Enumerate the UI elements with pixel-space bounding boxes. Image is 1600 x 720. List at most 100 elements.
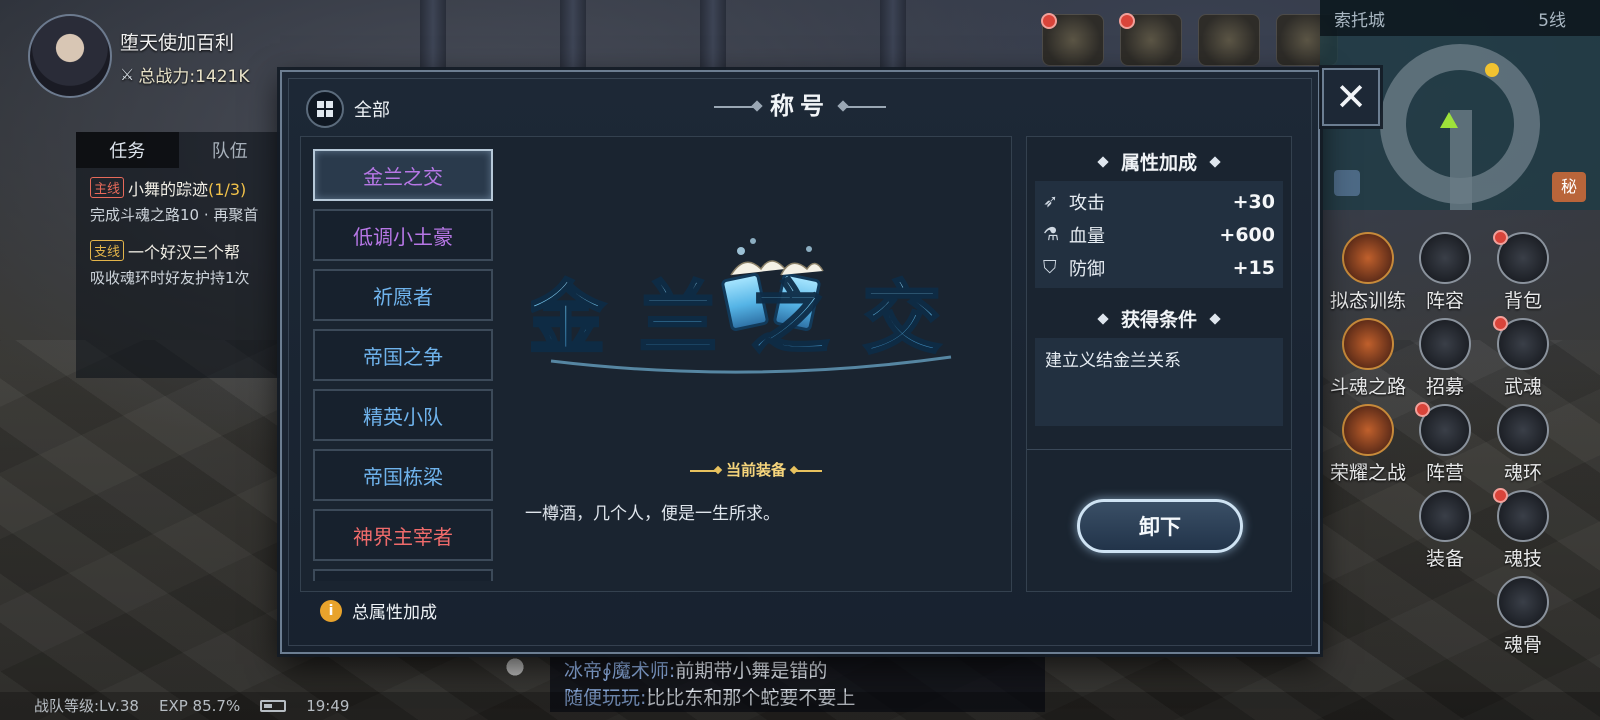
title-dialog: 全部 称号 金兰之交 低调小土豪 祈愿者 帝国之争 精英小队 帝国栋梁 神界主宰者	[280, 70, 1320, 654]
side-menu-button[interactable]: 魂骨	[1488, 576, 1558, 657]
current-equipped-label: 当前装备	[501, 459, 1011, 480]
soul-bone-icon	[1497, 576, 1549, 628]
map-marker-icon	[1485, 63, 1499, 77]
side-menu-button[interactable]: 背包	[1488, 230, 1558, 313]
title-list-item[interactable]	[313, 569, 493, 581]
attribute-value: +15	[1232, 256, 1275, 279]
martial-soul-icon	[1493, 316, 1549, 370]
training-icon	[1342, 232, 1394, 284]
equipment-icon	[1419, 490, 1471, 542]
side-menu-label: 荣耀之战	[1329, 462, 1406, 484]
notification-dot	[1493, 316, 1508, 331]
quest-tag-main: 主线	[90, 177, 125, 198]
total-attributes-link[interactable]: i 总属性加成	[320, 598, 437, 623]
divider	[1027, 449, 1291, 450]
title-ornament	[842, 106, 886, 108]
battery-icon	[260, 699, 287, 712]
title-preview: 金兰之交 当前装备 一樽酒，几个人，便是一生所求。	[501, 137, 1011, 593]
exp-percent: EXP 85.7%	[158, 696, 241, 715]
title-list-panel: 金兰之交低调小土豪祈愿者帝国之争精英小队帝国栋梁神界主宰者 金兰之交	[300, 136, 1012, 592]
notification-dot	[1041, 13, 1057, 29]
title-list-item[interactable]: 精英小队	[313, 389, 493, 441]
title-list-item[interactable]: 帝国之争	[313, 329, 493, 381]
quest-item[interactable]: 主线 小舞的踪迹(1/3) 完成斗魂之路10 · 再聚首	[76, 168, 281, 225]
title-list-item[interactable]: 祈愿者	[313, 269, 493, 321]
chat-avatar-icon[interactable]	[498, 650, 532, 684]
avatar[interactable]	[28, 14, 112, 98]
chat-message: 前期带小舞是错的	[675, 660, 828, 682]
castle-icon[interactable]	[1334, 170, 1360, 196]
secret-badge[interactable]: 秘	[1552, 172, 1586, 202]
title-emblem: 金兰之交	[531, 238, 971, 374]
total-attributes-label: 总属性加成	[352, 603, 437, 623]
attribute-row: ⚗ 血量 +600	[1043, 218, 1275, 251]
condition-section-title: 获得条件	[1027, 302, 1291, 338]
attribute-row: ➶ 攻击 +30	[1043, 185, 1275, 218]
player-info[interactable]: 堕天使加百利 ⚔ 总战力:1421K	[28, 14, 278, 98]
side-menu-button[interactable]: 魂环	[1488, 404, 1558, 485]
side-menu-label: 魂技	[1503, 548, 1542, 570]
location-name: 索托城	[1334, 10, 1385, 31]
dialog-title: 称号	[282, 86, 1318, 121]
condition-title-text: 获得条件	[1120, 309, 1197, 331]
player-name: 堕天使加百利	[120, 32, 235, 54]
dialog-title-text: 称号	[770, 92, 830, 120]
minimap-header: 索托城 5线	[1320, 0, 1600, 36]
notification-dot	[1493, 488, 1508, 503]
defense-icon: ⛉	[1043, 257, 1057, 278]
attribute-panel: 属性加成 ➶ 攻击 +30 ⚗ 血量 +600 ⛉ 防御 +15 获得条件 建立义结金兰关系 卸…	[1026, 136, 1292, 592]
title-list-item[interactable]: 低调小土豪	[313, 209, 493, 261]
attribute-name: 防御	[1069, 258, 1105, 280]
attribute-row: ⛉ 防御 +15	[1043, 251, 1275, 284]
side-menu-label: 拟态训练	[1329, 290, 1406, 312]
side-menu-label: 魂骨	[1503, 634, 1542, 656]
quest-tag-side: 支线	[90, 240, 125, 261]
team-level: 战队等级:Lv.38	[34, 697, 139, 715]
emblem-text: 金兰之交	[531, 273, 971, 364]
recruit-icon	[1419, 318, 1471, 370]
guide-icon[interactable]	[1198, 14, 1260, 66]
backpack-icon	[1493, 230, 1549, 284]
side-menu-button[interactable]: 武魂	[1488, 316, 1558, 399]
title-list-item[interactable]: 金兰之交	[313, 149, 493, 201]
side-menu-label: 阵营	[1425, 462, 1464, 484]
side-menu-button[interactable]: 拟态训练	[1326, 232, 1410, 313]
side-menu-label: 背包	[1503, 290, 1542, 312]
quest-tabs: 任务 队伍	[76, 132, 281, 168]
clock: 19:49	[306, 696, 350, 715]
quest-title: 小舞的踪迹	[128, 180, 209, 199]
side-menu-button[interactable]: 荣耀之战	[1326, 404, 1410, 485]
close-button[interactable]: ✕	[1322, 68, 1380, 126]
chat-sender: 冰帝∮魔术师:	[564, 660, 676, 682]
ranking-icon[interactable]	[1119, 13, 1182, 66]
close-icon: ✕	[1335, 75, 1367, 119]
title-list-item[interactable]: 帝国栋梁	[313, 449, 493, 501]
soul-road-icon	[1342, 318, 1394, 370]
event-icon[interactable]	[1041, 13, 1104, 66]
attribute-value: +30	[1232, 190, 1275, 213]
side-menu-button[interactable]: 招募	[1410, 318, 1480, 399]
side-menu-label: 装备	[1425, 548, 1464, 570]
lineup-icon	[1419, 232, 1471, 284]
camp-icon	[1415, 402, 1471, 456]
side-menu-button[interactable]: 魂技	[1488, 488, 1558, 571]
side-menu-button[interactable]: 斗魂之路	[1326, 318, 1410, 399]
server-line[interactable]: 5线	[1538, 6, 1566, 31]
glory-war-icon	[1342, 404, 1394, 456]
notification-dot	[1493, 230, 1508, 245]
quest-item[interactable]: 支线 一个好汉三个帮 吸收魂环时好友护持1次	[76, 225, 281, 288]
side-menu-label: 魂环	[1503, 462, 1542, 484]
tab-team[interactable]: 队伍	[179, 132, 282, 168]
combat-power: ⚔ 总战力:1421K	[120, 62, 249, 87]
title-list-item[interactable]: 神界主宰者	[313, 509, 493, 561]
side-menu-button[interactable]: 阵容	[1410, 232, 1480, 313]
tab-quest[interactable]: 任务	[76, 132, 179, 168]
equipped-text: 当前装备	[725, 461, 786, 479]
quest-panel: 任务 队伍 主线 小舞的踪迹(1/3) 完成斗魂之路10 · 再聚首 支线 一个好汉…	[76, 132, 281, 378]
quest-desc: 完成斗魂之路10 · 再聚首	[90, 206, 259, 224]
unequip-button[interactable]: 卸下	[1077, 499, 1243, 553]
title-list[interactable]: 金兰之交低调小土豪祈愿者帝国之争精英小队帝国栋梁神界主宰者	[313, 149, 493, 581]
condition-text: 建立义结金兰关系	[1035, 338, 1283, 426]
side-menu-button[interactable]: 装备	[1410, 490, 1480, 571]
side-menu-button[interactable]: 阵营	[1410, 402, 1480, 485]
